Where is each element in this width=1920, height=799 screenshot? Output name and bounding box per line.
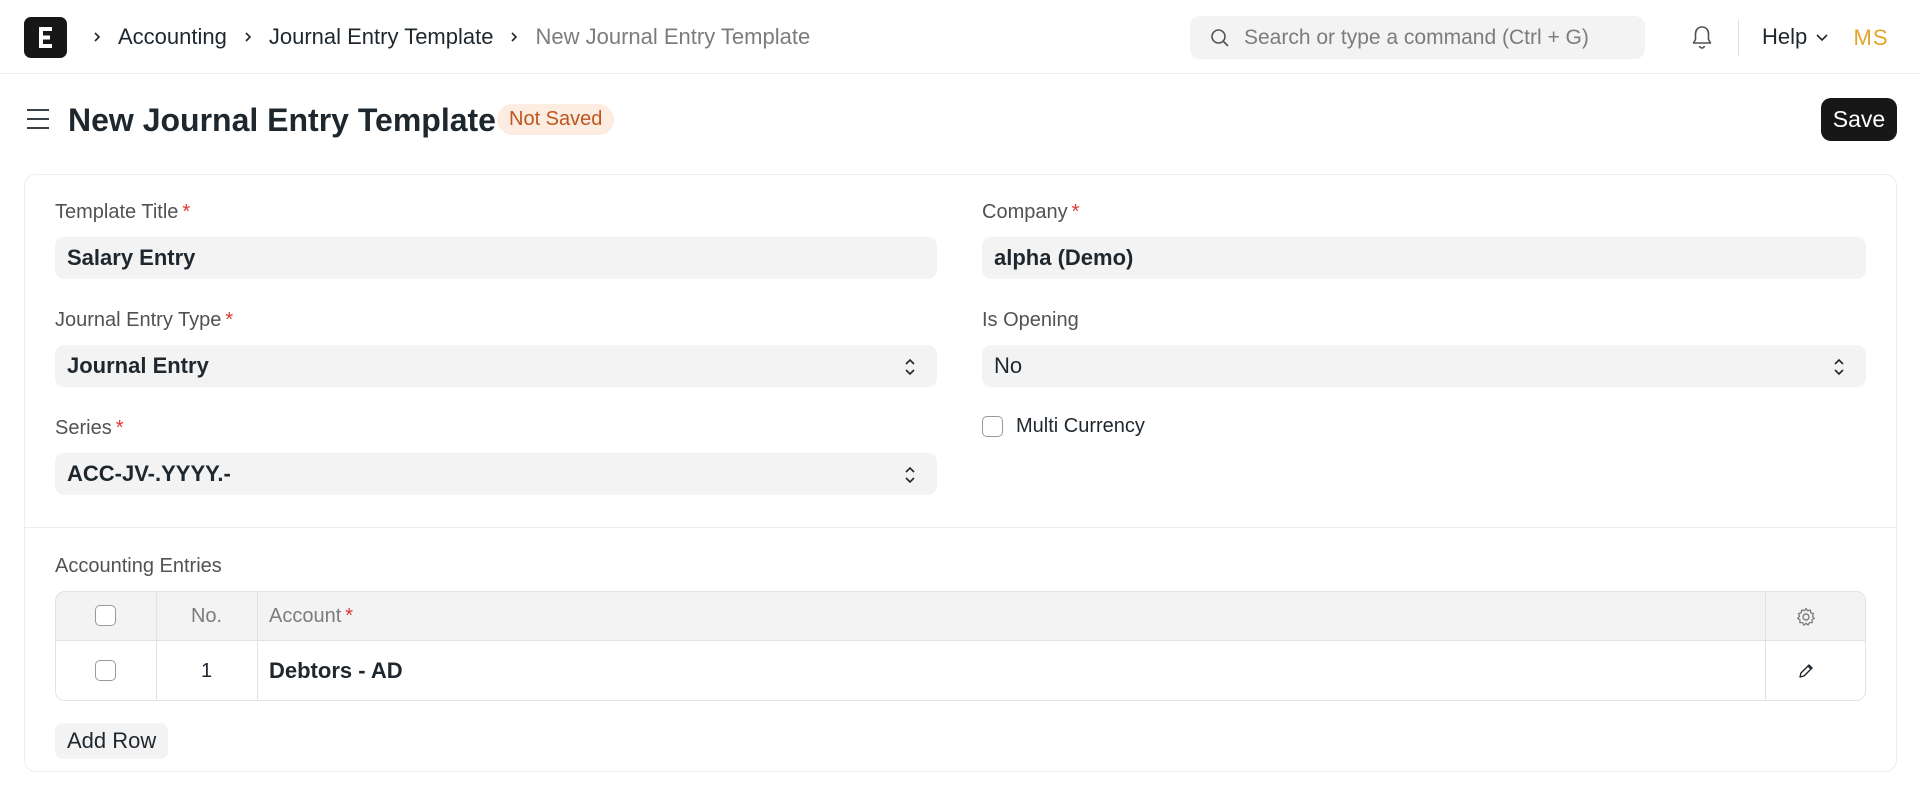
journal-entry-type-label: Journal Entry Type * [55,309,234,331]
is-opening-value: No [994,353,1023,378]
series-value: ACC-JV-.YYYY.- [67,461,231,486]
is-opening-select[interactable]: No [982,345,1866,387]
template-title-label: Template Title * [55,201,191,223]
company-field[interactable]: alpha (Demo) [982,237,1866,279]
bell-icon[interactable] [1690,24,1714,50]
multi-currency-label[interactable]: Multi Currency [1016,415,1145,438]
series-select[interactable]: ACC-JV-.YYYY.- [55,453,937,495]
select-arrows-icon [1834,358,1844,376]
sidebar-toggle-icon[interactable] [24,106,52,132]
company-value: alpha (Demo) [994,245,1134,270]
accounting-entries-table: No. Account * 1 Debtors - AD [55,591,1866,701]
row-number: 1 [200,659,213,682]
logo-e-icon [39,27,52,48]
row-checkbox[interactable] [95,660,116,681]
journal-entry-type-select[interactable]: Journal Entry [55,345,937,387]
template-title-field[interactable]: Salary Entry [55,237,937,279]
chevron-right-icon [511,32,518,42]
column-divider [1765,592,1766,700]
search-bar[interactable] [1190,16,1645,59]
status-badge: Not Saved [497,104,615,135]
search-input[interactable] [1244,25,1624,50]
accounting-entries-label: Accounting Entries [55,555,222,577]
column-header-account: Account * [269,605,354,627]
column-header-no: No. [190,605,223,627]
navbar: Accounting Journal Entry Template New Jo… [0,0,1920,74]
breadcrumb-current[interactable]: New Journal Entry Template [535,24,810,50]
navbar-divider [1738,19,1739,56]
required-marker: * [182,201,191,223]
is-opening-label: Is Opening [982,309,1079,331]
select-arrows-icon [905,466,915,484]
app-logo[interactable] [24,17,67,58]
journal-entry-type-value: Journal Entry [67,353,209,378]
chevron-right-icon [245,32,251,42]
select-all-checkbox[interactable] [95,605,116,626]
template-title-value: Salary Entry [67,245,196,270]
page-title: New Journal Entry Template [68,102,496,138]
row-account[interactable]: Debtors - AD [269,641,403,700]
avatar[interactable]: MS [1852,20,1890,56]
breadcrumb-accounting[interactable]: Accounting [118,24,227,50]
gear-icon[interactable] [1795,606,1817,628]
chevron-right-icon [94,32,101,42]
breadcrumb-journal-entry-template[interactable]: Journal Entry Template [269,24,494,50]
series-label: Series * [55,417,124,439]
add-row-button[interactable]: Add Row [55,723,169,759]
select-arrows-icon [905,358,915,376]
required-marker: * [225,309,234,331]
chevron-down-icon [1816,34,1828,42]
multi-currency-checkbox[interactable] [982,416,1003,437]
edit-icon[interactable] [1797,662,1815,680]
company-label: Company * [982,201,1080,223]
section-divider [25,527,1896,528]
help-dropdown[interactable]: Help [1762,0,1829,74]
required-marker: * [345,605,354,627]
breadcrumb: Accounting Journal Entry Template New Jo… [84,0,810,74]
save-button[interactable]: Save [1821,98,1897,141]
column-divider [257,592,258,700]
form-card: Template Title * Salary Entry Company * al… [24,174,1897,772]
required-marker: * [115,417,124,439]
help-label: Help [1762,24,1808,49]
search-icon [1211,28,1229,47]
required-marker: * [1071,201,1080,223]
